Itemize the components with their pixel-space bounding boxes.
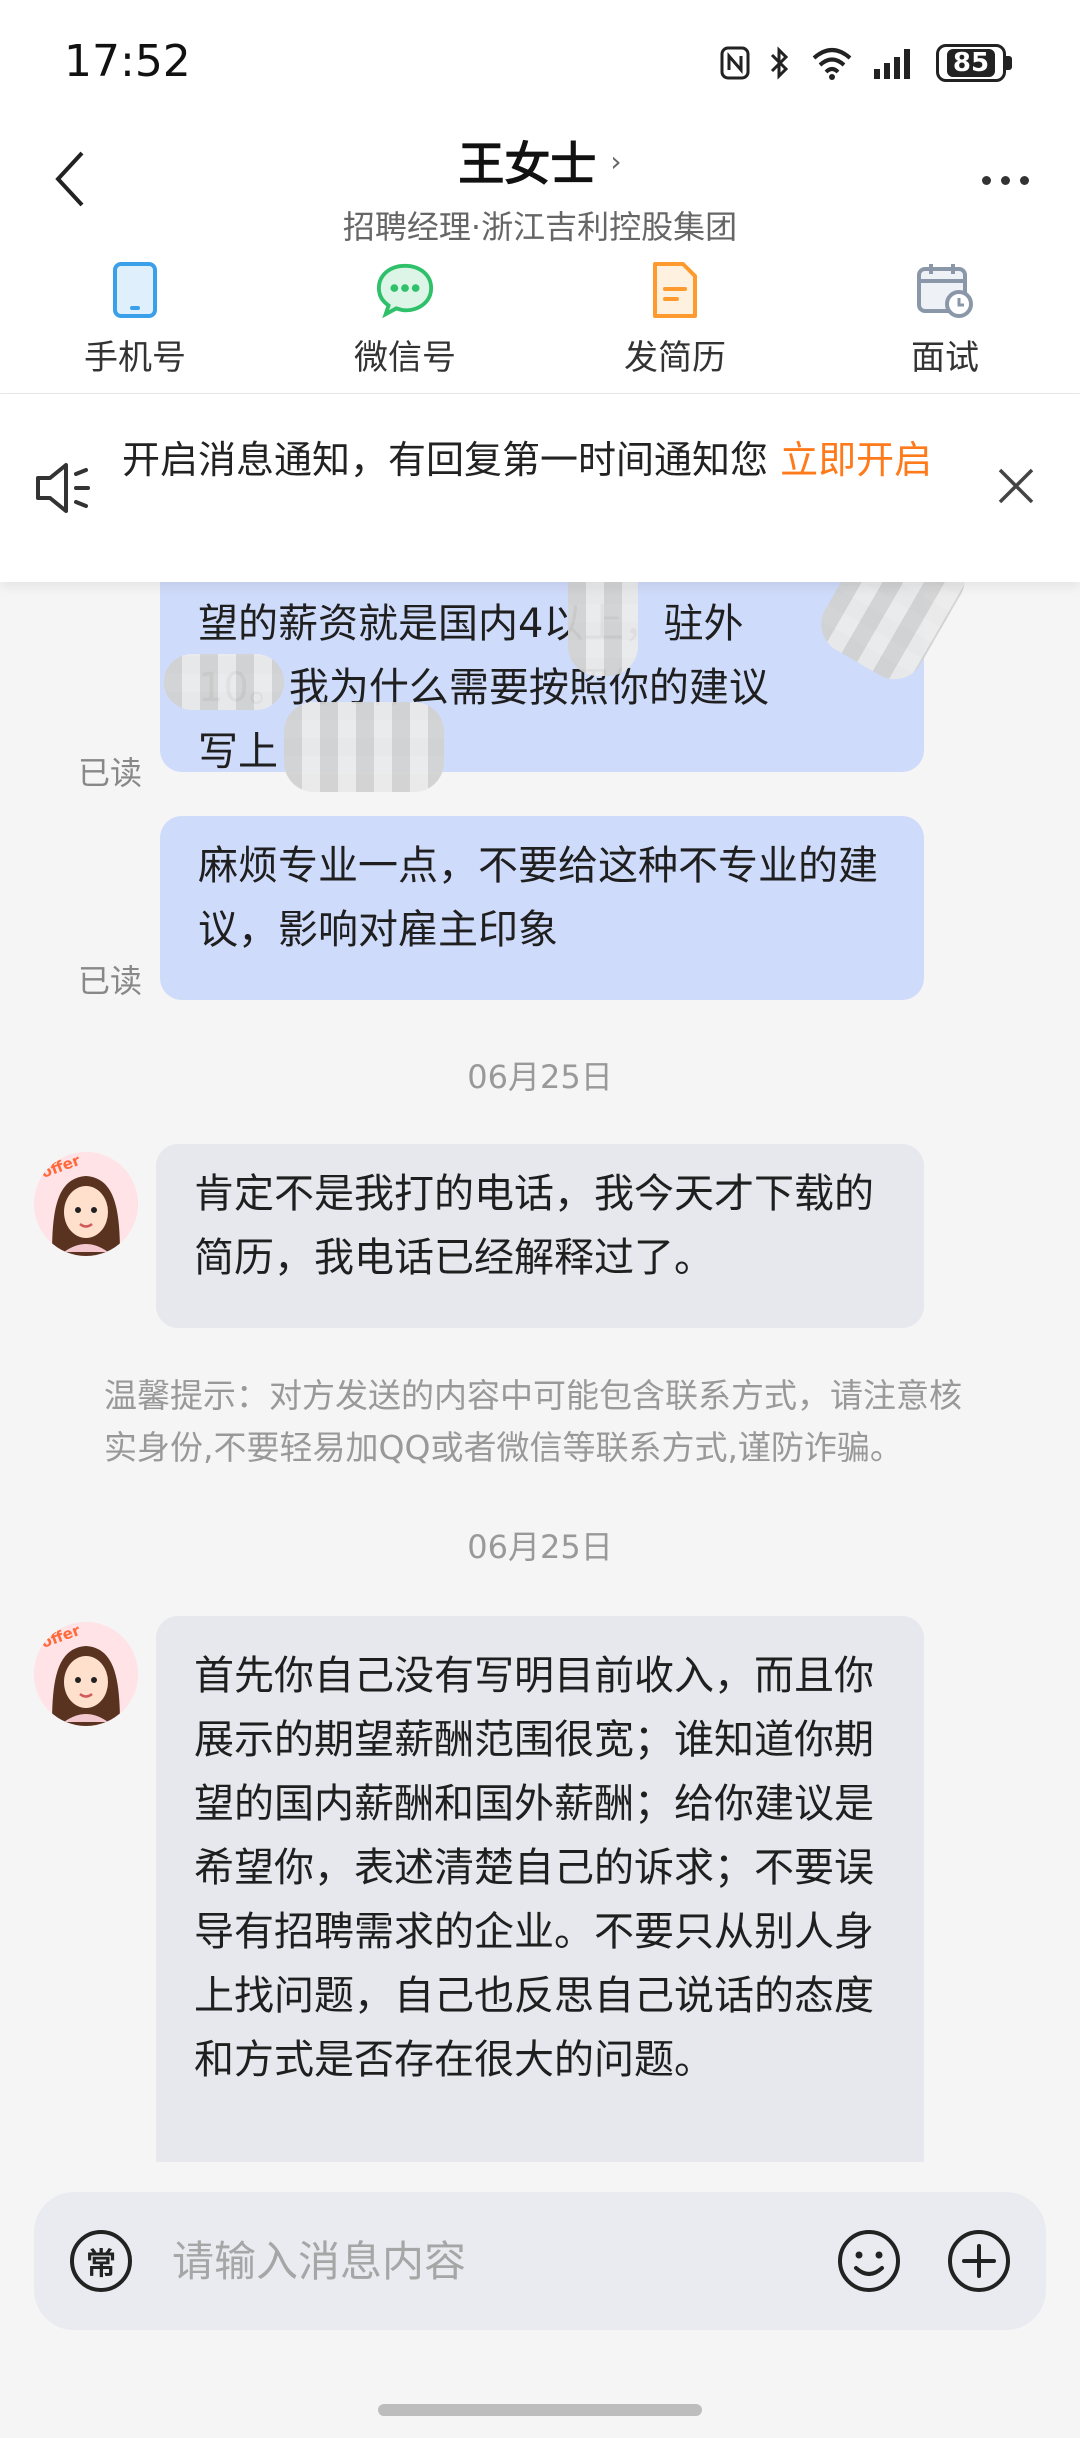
action-wechat-label: 微信号 <box>354 338 456 378</box>
redaction-mosaic <box>284 702 444 792</box>
message-text: 麻烦专业一点，不要给这种不专业的建议，影响对雇主印象 <box>198 843 878 953</box>
date-separator: 06月25日 <box>467 1058 613 1096</box>
notice-message: 开启消息通知，有回复第一时间通知您 <box>122 438 781 482</box>
chat-header: 王女士 › 招聘经理·浙江吉利控股集团 <box>0 120 1080 246</box>
read-status: 已读 <box>78 754 143 792</box>
message-input-bar: 常 <box>34 2192 1046 2330</box>
date-separator: 06月25日 <box>467 1528 613 1566</box>
contact-name-text: 王女士 <box>458 137 597 191</box>
bluetooth-icon <box>770 46 789 80</box>
message-text: 首先你自己没有写明目前收入，而且你展示的期望薪酬范围很宽；谁知道你期望的国内薪酬… <box>194 1653 874 2083</box>
action-phone-label: 手机号 <box>84 338 186 378</box>
smiley-icon <box>838 2230 900 2292</box>
message-bubble-received[interactable]: 肯定不是我打的电话，我今天才下载的简历，我电话已经解释过了。 <box>156 1144 924 1328</box>
notification-banner: 开启消息通知，有回复第一时间通知您 立即开启 <box>0 394 1080 582</box>
message-bubble-received[interactable]: 首先你自己没有写明目前收入，而且你展示的期望薪酬范围很宽；谁知道你期望的国内薪酬… <box>156 1616 924 2162</box>
redaction-mosaic <box>568 582 638 676</box>
action-resume[interactable]: 发简历 <box>575 242 775 393</box>
action-bar: 手机号 微信号 发简历 面试 <box>0 242 1080 394</box>
safety-tip: 温馨提示：对方发送的内容中可能包含联系方式，请注意核实身份,不要轻易加QQ或者微… <box>104 1376 962 1467</box>
message-text: 肯定不是我打的电话，我今天才下载的简历，我电话已经解释过了。 <box>194 1171 874 1281</box>
chat-list[interactable]: 望的薪资就是国内4以上，驻外 10。我为什么需要按照你的建议 写上 已读 麻烦专… <box>0 582 1080 2162</box>
phone-icon <box>105 260 165 320</box>
close-icon <box>998 468 1034 504</box>
more-button[interactable] <box>970 150 1040 210</box>
resume-icon <box>645 260 705 320</box>
enable-now-link[interactable]: 立即开启 <box>780 438 932 482</box>
plus-icon <box>948 2230 1010 2292</box>
notice-text: 开启消息通知，有回复第一时间通知您 立即开启 <box>122 432 962 488</box>
close-button[interactable] <box>986 456 1046 516</box>
message-bubble-sent[interactable]: 麻烦专业一点，不要给这种不专业的建议，影响对雇主印象 <box>160 816 924 1000</box>
message-input[interactable] <box>172 2222 812 2300</box>
emoji-button[interactable] <box>834 2226 904 2300</box>
wifi-icon <box>812 48 852 80</box>
nfc-icon <box>720 46 750 80</box>
more-options-button[interactable] <box>944 2226 1014 2300</box>
read-status: 已读 <box>78 962 143 1000</box>
status-time: 17:52 <box>64 36 191 87</box>
avatar[interactable]: offer <box>34 1622 138 1726</box>
battery-icon: 85 <box>936 44 1012 82</box>
signal-icon <box>874 49 910 79</box>
status-bar: 17:52 85 <box>0 0 1080 120</box>
battery-level: 85 <box>946 49 996 77</box>
common-phrases-button[interactable]: 常 <box>70 2230 132 2292</box>
contact-name[interactable]: 王女士 › <box>458 128 621 194</box>
calendar-icon <box>915 260 975 320</box>
action-interview[interactable]: 面试 <box>845 242 1045 393</box>
home-indicator[interactable] <box>378 2404 702 2416</box>
avatar[interactable]: offer <box>34 1152 138 1256</box>
action-interview-label: 面试 <box>911 338 979 378</box>
chevron-right-icon: › <box>610 144 622 178</box>
status-icons: 85 <box>720 44 1012 82</box>
action-wechat[interactable]: 微信号 <box>305 242 505 393</box>
speaker-icon <box>34 460 94 520</box>
action-phone[interactable]: 手机号 <box>35 242 235 393</box>
message-line: 望的薪资就是国内4以上，驻外 <box>198 601 744 647</box>
wechat-icon <box>375 260 435 320</box>
redaction-mosaic <box>164 654 284 710</box>
action-resume-label: 发简历 <box>624 338 726 378</box>
